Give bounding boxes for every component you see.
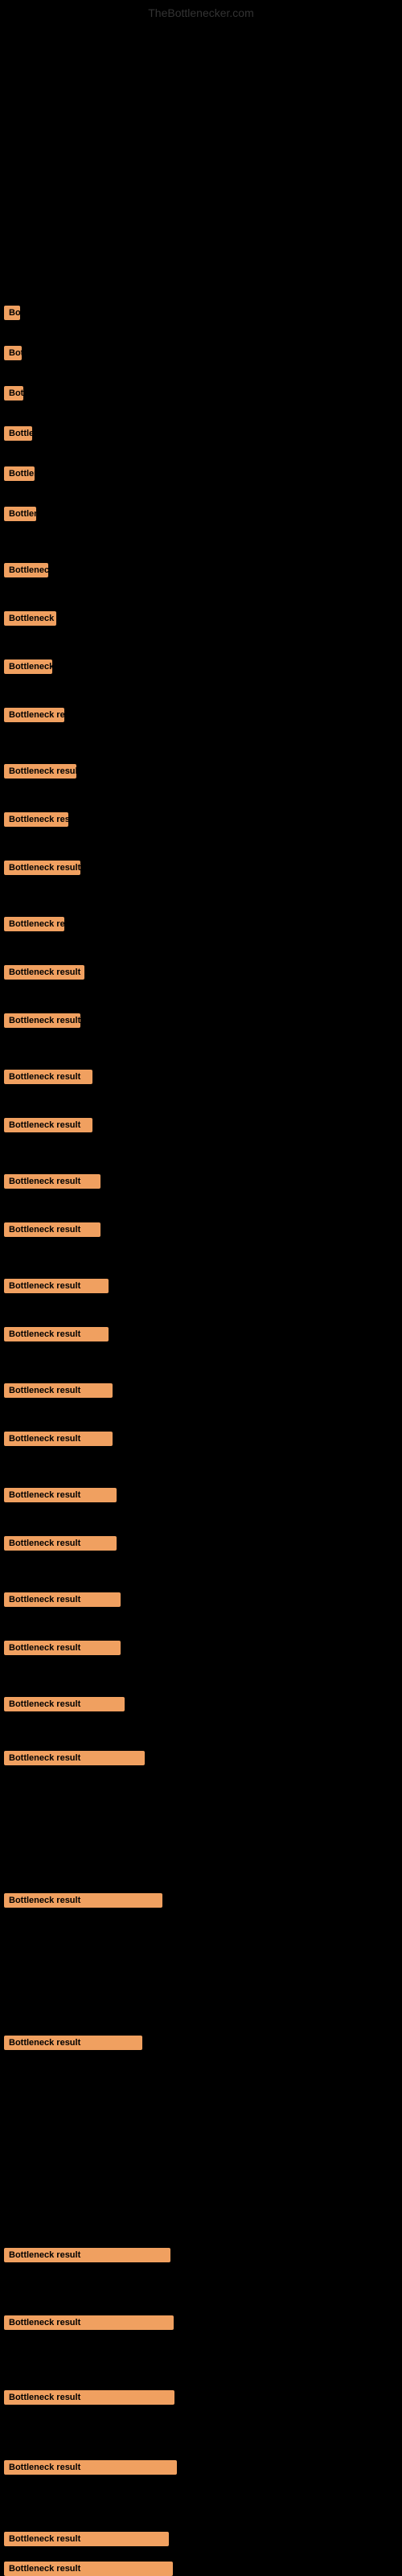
bottleneck-result-label-37: Bottleneck result [4,2532,169,2546]
bottleneck-result-label-18: Bottleneck result [4,1118,92,1132]
bottleneck-result-label-3: Bottleneck result [4,386,23,401]
bottleneck-result-label-17: Bottleneck result [4,1070,92,1084]
bottleneck-result-label-33: Bottleneck result [4,2248,170,2262]
bottleneck-result-label-26: Bottleneck result [4,1536,117,1551]
bottleneck-result-label-5: Bottleneck result [4,466,35,481]
bottleneck-result-label-22: Bottleneck result [4,1327,109,1341]
bottleneck-result-label-13: Bottleneck result [4,861,80,875]
bottleneck-result-label-29: Bottleneck result [4,1697,125,1711]
bottleneck-result-label-36: Bottleneck result [4,2460,177,2475]
bottleneck-result-label-38: Bottleneck result [4,2562,173,2576]
bottleneck-result-label-10: Bottleneck result [4,708,64,722]
bottleneck-result-label-15: Bottleneck result [4,965,84,980]
bottleneck-result-label-6: Bottleneck result [4,507,36,521]
bottleneck-result-label-1: Bottleneck result [4,306,20,320]
bottleneck-result-label-20: Bottleneck result [4,1222,100,1237]
bottleneck-result-label-30: Bottleneck result [4,1751,145,1765]
bottleneck-result-label-23: Bottleneck result [4,1383,113,1398]
bottleneck-result-label-24: Bottleneck result [4,1432,113,1446]
bottleneck-result-label-14: Bottleneck result [4,917,64,931]
bottleneck-result-label-8: Bottleneck result [4,611,56,626]
bottleneck-result-label-27: Bottleneck result [4,1592,121,1607]
bottleneck-result-label-21: Bottleneck result [4,1279,109,1293]
bottleneck-result-label-2: Bottleneck result [4,346,22,360]
bottleneck-result-label-32: Bottleneck result [4,2036,142,2050]
bottleneck-result-label-9: Bottleneck result [4,659,52,674]
bottleneck-result-label-12: Bottleneck result [4,812,68,827]
bottleneck-result-label-34: Bottleneck result [4,2315,174,2330]
bottleneck-result-label-19: Bottleneck result [4,1174,100,1189]
bottleneck-result-label-16: Bottleneck result [4,1013,80,1028]
bottleneck-result-label-31: Bottleneck result [4,1893,162,1908]
site-title: TheBottlenecker.com [148,6,254,19]
bottleneck-result-label-28: Bottleneck result [4,1641,121,1655]
bottleneck-result-label-35: Bottleneck result [4,2390,174,2405]
bottleneck-result-label-7: Bottleneck result [4,563,48,577]
bottleneck-result-label-11: Bottleneck result [4,764,76,779]
bottleneck-result-label-25: Bottleneck result [4,1488,117,1502]
bottleneck-result-label-4: Bottleneck result [4,426,32,441]
